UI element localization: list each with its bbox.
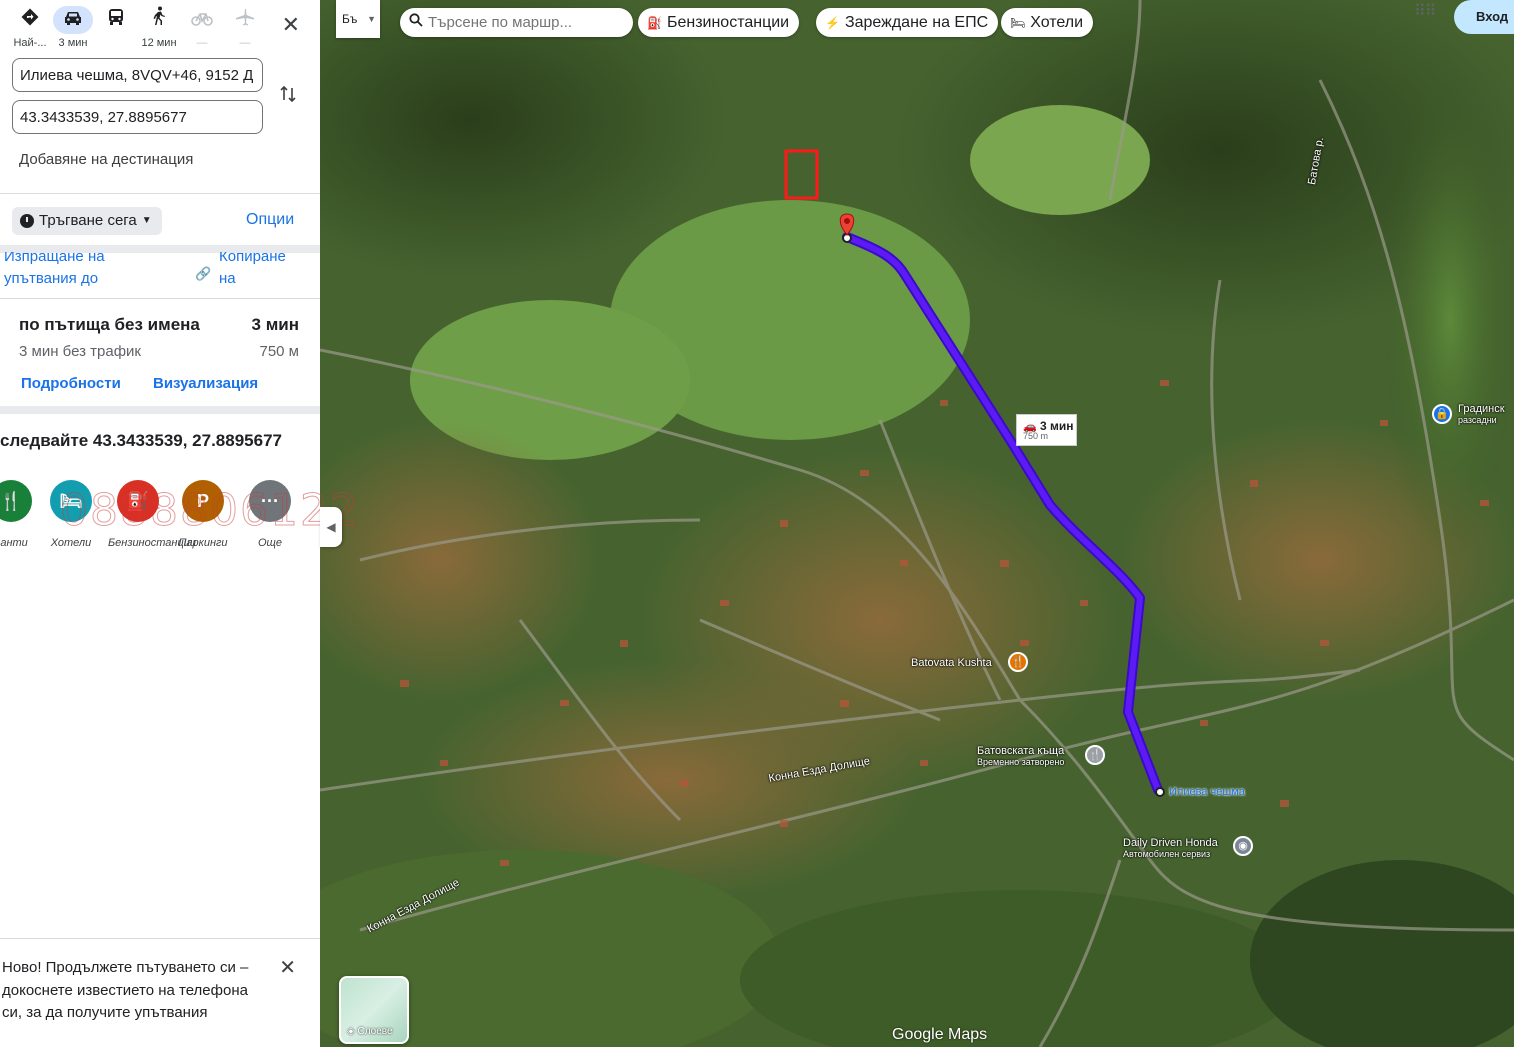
category-label: ранти (0, 537, 28, 549)
add-destination-button[interactable]: Добавяне на дестинация (19, 151, 193, 168)
destination-input[interactable] (12, 100, 263, 134)
chip-hotels[interactable]: 🛏 Хотели (1001, 8, 1094, 37)
car-icon (53, 6, 93, 34)
close-icon[interactable]: ✕ (279, 955, 296, 980)
directions-panel: Най-... 3 мин 12 мин — — ✕ Добавяне на д… (0, 0, 320, 1047)
gas-station-icon: ⛽ (647, 16, 662, 30)
google-maps-logo: Google Maps (892, 1026, 988, 1043)
route-title: по пътища без имена (19, 315, 200, 334)
divider (0, 193, 320, 194)
mode-flight-label: — (239, 37, 251, 49)
apps-grid-icon[interactable]: ⠿⠿ (1414, 4, 1436, 20)
walk-icon (139, 6, 179, 34)
depart-now-dropdown[interactable]: Тръгване сега ▼ (12, 207, 162, 235)
chip-gas-stations[interactable]: ⛽ Бензиностанции (638, 8, 800, 37)
language-switch[interactable]: Бъ ▼ (336, 0, 380, 38)
mode-drive-label: 3 мин (58, 37, 88, 49)
ev-charging-icon: ⚡ (825, 16, 840, 30)
place-label[interactable]: Градинск разсадни (1458, 403, 1505, 425)
hotel-icon: 🛏 (50, 480, 92, 522)
place-label[interactable]: Daily Driven Honda Автомобилен сервиз (1123, 837, 1218, 859)
mode-transit[interactable] (94, 4, 138, 50)
mode-walk[interactable]: 12 мин (137, 4, 181, 50)
route-search-box[interactable] (400, 8, 633, 37)
route-search-input[interactable] (428, 14, 618, 31)
category-label: Бензиностанции (108, 537, 196, 549)
follow-instruction: следвайте 43.3433539, 27.8895677 (0, 431, 282, 450)
sign-in-button[interactable]: Вход (1454, 0, 1514, 34)
service-icon[interactable]: ◉ (1233, 836, 1253, 856)
place-label[interactable]: Батовската къща Временно затворено (977, 745, 1064, 767)
directions-icon (10, 6, 50, 34)
category-more[interactable]: ··· Още (240, 480, 300, 549)
origin-input[interactable] (12, 58, 263, 92)
restaurant-icon[interactable]: 🍴 (1085, 745, 1105, 765)
search-icon (409, 13, 423, 32)
depart-label: Тръгване сега (39, 212, 137, 229)
clock-icon (20, 214, 34, 228)
gas-station-icon: ⛽ (117, 480, 159, 522)
mode-best[interactable]: Най-... (8, 4, 52, 50)
chip-ev-charging[interactable]: ⚡ Зареждане на ЕПС (816, 8, 999, 37)
restaurant-icon[interactable]: 🍴 (1008, 652, 1028, 672)
route-subtitle: 3 мин без трафик (19, 343, 141, 360)
dropdown-arrow-icon: ▼ (141, 215, 152, 226)
chevron-down-icon: ▼ (367, 14, 376, 24)
route-distance: 750 м (259, 343, 299, 360)
map-canvas[interactable]: Бъ▼ ⛽Бензиностанции ⚡Зареждане на ЕПС 🛏Х… (320, 0, 1514, 1047)
parking-icon: P (182, 480, 224, 522)
more-icon: ··· (249, 480, 291, 522)
category-gas-stations[interactable]: ⛽ Бензиностанции (108, 480, 196, 549)
collapse-panel-button[interactable]: ◀ (320, 507, 342, 547)
notification-banner: Ново! Продължете пътуването си – докосне… (0, 938, 320, 1047)
bike-icon (182, 6, 222, 34)
mode-bike-label: — (196, 37, 208, 49)
mode-bike[interactable]: — (180, 4, 224, 50)
route-time: 3 мин (251, 315, 299, 334)
category-parking[interactable]: P Паркинги (173, 480, 233, 549)
link-icon: 🔗 (195, 266, 212, 281)
flight-icon (225, 6, 265, 34)
mode-flight[interactable]: — (223, 4, 267, 50)
section-divider (0, 406, 320, 414)
hotel-icon: 🛏 (1010, 16, 1026, 30)
share-links-row: Изпращане на упътвания до ... 🔗 Копиране… (0, 252, 320, 292)
shop-icon[interactable]: 🔒 (1432, 404, 1452, 424)
notification-text: Ново! Продължете пътуването си – докосне… (2, 959, 249, 1021)
mode-drive[interactable]: 3 мин (51, 4, 95, 50)
travel-mode-bar: Най-... 3 мин 12 мин — — ✕ (0, 4, 320, 50)
restaurant-icon: 🍴 (0, 480, 32, 522)
category-label: Още (257, 537, 283, 549)
satellite-imagery (320, 0, 1514, 1047)
category-label: Хотели (50, 537, 92, 549)
category-restaurants[interactable]: 🍴 ранти (0, 480, 41, 549)
divider (0, 298, 320, 299)
destination-label[interactable]: Илиева чешма (1169, 786, 1245, 798)
mode-best-label: Най-... (13, 37, 47, 49)
mode-walk-label: 12 мин (141, 37, 177, 49)
destination-dot (1155, 787, 1165, 797)
swap-icon[interactable] (276, 84, 300, 108)
category-hotels[interactable]: 🛏 Хотели (41, 480, 101, 549)
category-label: Паркинги (178, 537, 228, 549)
layers-label: ◈ Слоеве (347, 1026, 393, 1037)
place-label[interactable]: Batovata Kushta (911, 657, 992, 669)
layers-button[interactable]: ◈ Слоеве (339, 976, 409, 1044)
preview-link[interactable]: Визуализация (153, 375, 258, 392)
transit-icon (96, 6, 136, 34)
route-duration-label[interactable]: 🚗 3 мин 750 m (1016, 414, 1077, 446)
options-button[interactable]: Опции (246, 211, 294, 229)
copy-link[interactable]: Копиране на ... (219, 252, 319, 292)
close-icon[interactable]: ✕ (282, 12, 300, 38)
send-directions-link[interactable]: Изпращане на упътвания до ... (4, 252, 184, 292)
details-link[interactable]: Подробности (21, 375, 121, 392)
